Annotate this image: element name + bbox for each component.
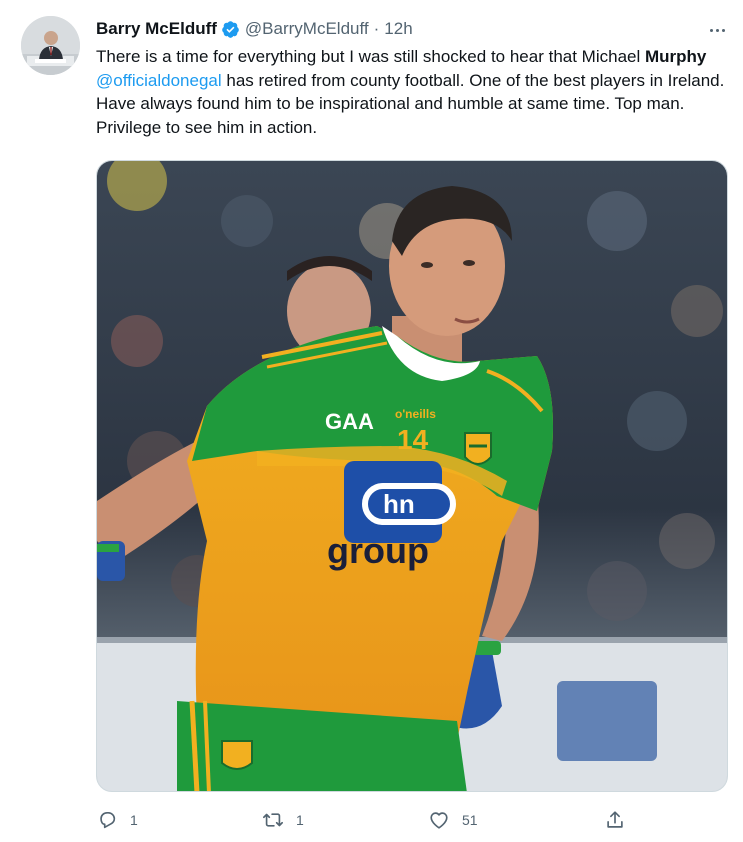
tweet-text-bold: Murphy (644, 47, 707, 66)
tweet-text-part1: There is a time for everything but I was… (96, 47, 645, 66)
retweet-count: 1 (296, 812, 304, 828)
avatar[interactable] (21, 16, 80, 75)
retweet-button[interactable]: 1 (262, 806, 304, 834)
sponsor-logo: hn (383, 489, 415, 519)
tweet-actions: 1 1 51 (96, 806, 636, 834)
mention-link[interactable]: @officialdonegal (96, 71, 222, 90)
tweet-text: There is a time for everything but I was… (96, 45, 734, 139)
verified-icon (222, 20, 239, 38)
share-button[interactable] (604, 806, 626, 834)
retweet-icon (263, 813, 283, 827)
tweet-header: Barry McElduff @BarryMcElduff · 12h (96, 17, 413, 41)
like-button[interactable]: 51 (428, 806, 478, 834)
gaa-logo: GAA (325, 409, 374, 434)
author-display-name[interactable]: Barry McElduff (96, 19, 217, 39)
more-icon[interactable] (700, 17, 734, 43)
like-count: 51 (462, 812, 478, 828)
reply-count: 1 (130, 812, 138, 828)
share-icon (607, 811, 623, 828)
author-handle[interactable]: @BarryMcElduff (245, 19, 369, 39)
tweet[interactable]: Barry McElduff @BarryMcElduff · 12h Ther… (0, 0, 743, 842)
jersey-number: 14 (397, 424, 429, 455)
brand-logo: o'neills (395, 407, 436, 421)
reply-icon (100, 812, 116, 829)
tweet-timestamp[interactable]: 12h (384, 19, 412, 39)
header-separator: · (373, 19, 380, 38)
reply-button[interactable]: 1 (96, 806, 138, 834)
tweet-photo[interactable]: GAA o'neills 14 hn group (96, 160, 728, 792)
sponsor-text: group (327, 530, 429, 571)
like-icon (430, 812, 448, 829)
